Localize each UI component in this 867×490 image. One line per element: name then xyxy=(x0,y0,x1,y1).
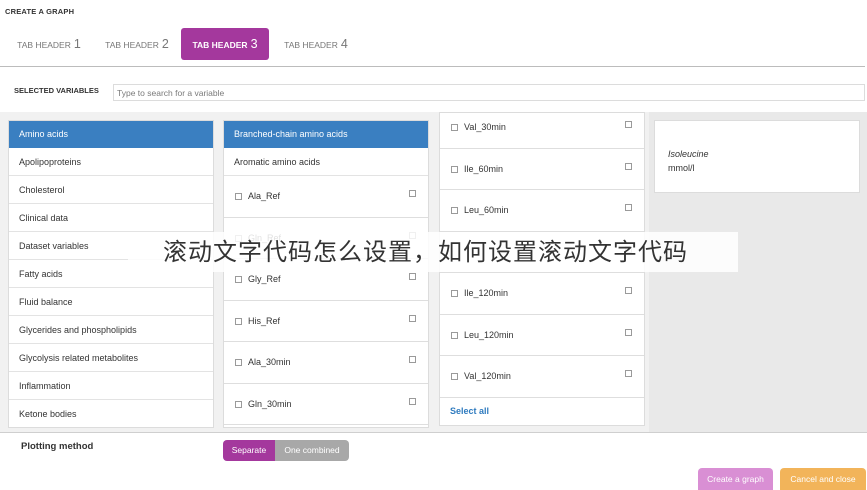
variable-checkbox[interactable] xyxy=(451,124,458,131)
category-item[interactable]: Cholesterol xyxy=(9,176,213,204)
plotting-option-separate[interactable]: Separate xyxy=(223,440,275,461)
watermark-text: 滚动文字代码怎么设置，如何设置滚动文字代码 xyxy=(163,238,688,266)
plotting-method-toggle: Separate One combined xyxy=(223,440,349,461)
variable-detail-panel: Isoleucine mmol/l xyxy=(649,112,867,432)
category-item[interactable]: Clinical data xyxy=(9,204,213,232)
variable-label: Ile_120min xyxy=(464,288,509,298)
variable-secondary-checkbox[interactable] xyxy=(409,273,416,280)
subcategory-item-active[interactable]: Branched-chain amino acids xyxy=(224,121,428,148)
variable-row[interactable]: Val_120min xyxy=(440,356,644,398)
category-list: Amino acids Apolipoproteins Cholesterol … xyxy=(8,120,214,428)
tab-3[interactable]: TAB HEADER 3 xyxy=(181,28,269,60)
plotting-option-one-combined[interactable]: One combined xyxy=(275,440,349,461)
subcategory-list: Branched-chain amino acids Aromatic amin… xyxy=(223,120,429,428)
tab-2[interactable]: TAB HEADER 2 xyxy=(93,28,181,60)
variable-label: Val_30min xyxy=(464,122,506,132)
tab-label: TAB HEADER xyxy=(17,40,71,50)
variable-checkbox[interactable] xyxy=(451,207,458,214)
variable-label: Val_120min xyxy=(464,371,511,381)
variable-label: Ala_30min xyxy=(248,357,291,367)
variable-label: Ile_60min xyxy=(464,163,504,174)
category-item[interactable]: Inflammation xyxy=(9,372,213,400)
variable-search-input[interactable] xyxy=(113,84,865,101)
create-graph-button[interactable]: Create a graph xyxy=(698,468,773,490)
tab-label: TAB HEADER xyxy=(105,40,159,50)
plotting-method-label: Plotting method xyxy=(21,441,94,452)
select-all-link[interactable]: Select all xyxy=(440,398,644,425)
tab-divider xyxy=(0,66,865,67)
category-item[interactable]: Apolipoproteins xyxy=(9,148,213,176)
variable-secondary-checkbox[interactable] xyxy=(409,397,416,405)
variable-row[interactable]: Leu_120min xyxy=(440,314,644,356)
selected-variables-label: SELECTED VARIABLES xyxy=(14,86,99,95)
variable-secondary-checkbox[interactable] xyxy=(409,314,416,322)
variable-checkbox[interactable] xyxy=(235,193,242,200)
variable-secondary-checkbox[interactable] xyxy=(625,287,632,294)
tab-number: 3 xyxy=(250,37,258,51)
category-item-active[interactable]: Amino acids xyxy=(9,121,213,148)
category-item[interactable]: Ketone bodies xyxy=(9,400,213,427)
tab-number: 1 xyxy=(73,37,81,51)
variable-label: Leu_120min xyxy=(464,329,514,340)
category-item[interactable]: Glycerides and phospholipids xyxy=(9,316,213,344)
variable-label: Ala_Ref xyxy=(248,191,281,201)
variable-checkbox[interactable] xyxy=(451,331,458,339)
category-item[interactable]: Glycolysis related metabolites xyxy=(9,344,213,372)
variable-secondary-checkbox[interactable] xyxy=(625,162,632,170)
variable-secondary-checkbox[interactable] xyxy=(625,121,632,128)
variable-row[interactable]: Ile_60min xyxy=(440,148,644,190)
variable-label: Leu_60min xyxy=(464,205,509,215)
tab-label: TAB HEADER xyxy=(192,40,248,50)
subcategory-item[interactable]: Aromatic amino acids xyxy=(224,148,428,176)
variable-secondary-checkbox[interactable] xyxy=(625,204,632,211)
variable-checkbox[interactable] xyxy=(235,276,242,283)
cancel-and-close-button[interactable]: Cancel and close xyxy=(780,468,866,490)
variable-row[interactable]: Ile_120min xyxy=(440,273,644,315)
variable-detail-name: Isoleucine xyxy=(668,149,709,159)
variable-secondary-checkbox[interactable] xyxy=(625,370,632,377)
variable-row[interactable]: Leu_60min xyxy=(440,190,644,232)
category-item[interactable]: Fluid balance xyxy=(9,288,213,316)
variable-detail-card: Isoleucine mmol/l xyxy=(654,120,860,193)
variable-secondary-checkbox[interactable] xyxy=(409,356,416,363)
tab-4[interactable]: TAB HEADER 4 xyxy=(272,28,360,60)
variable-checkbox[interactable] xyxy=(451,165,458,173)
tab-number: 4 xyxy=(340,37,348,51)
variable-secondary-checkbox[interactable] xyxy=(409,190,416,197)
variable-checkbox[interactable] xyxy=(451,290,458,297)
page-title: CREATE A GRAPH xyxy=(5,7,75,16)
variable-row[interactable]: Ala_30min xyxy=(224,342,428,384)
variable-browser: Amino acids Apolipoproteins Cholesterol … xyxy=(0,112,867,433)
tab-label: TAB HEADER xyxy=(284,40,338,50)
variable-checkbox[interactable] xyxy=(451,373,458,380)
tab-1[interactable]: TAB HEADER 1 xyxy=(5,28,93,60)
variable-row[interactable]: His_Ref xyxy=(224,300,428,342)
variable-secondary-checkbox[interactable] xyxy=(625,328,632,336)
variable-row[interactable]: Gln_30min xyxy=(224,383,428,425)
variable-row[interactable]: Ala_Ref xyxy=(224,176,428,218)
variable-checkbox[interactable] xyxy=(235,359,242,366)
variable-label: His_Ref xyxy=(248,315,281,326)
variable-row[interactable]: Val_30min xyxy=(440,113,644,149)
variable-checkbox[interactable] xyxy=(235,317,242,325)
variable-checkbox[interactable] xyxy=(235,400,242,408)
variable-label: Gln_30min xyxy=(248,398,292,409)
tab-number: 2 xyxy=(161,37,169,51)
variable-detail-unit: mmol/l xyxy=(668,163,695,173)
